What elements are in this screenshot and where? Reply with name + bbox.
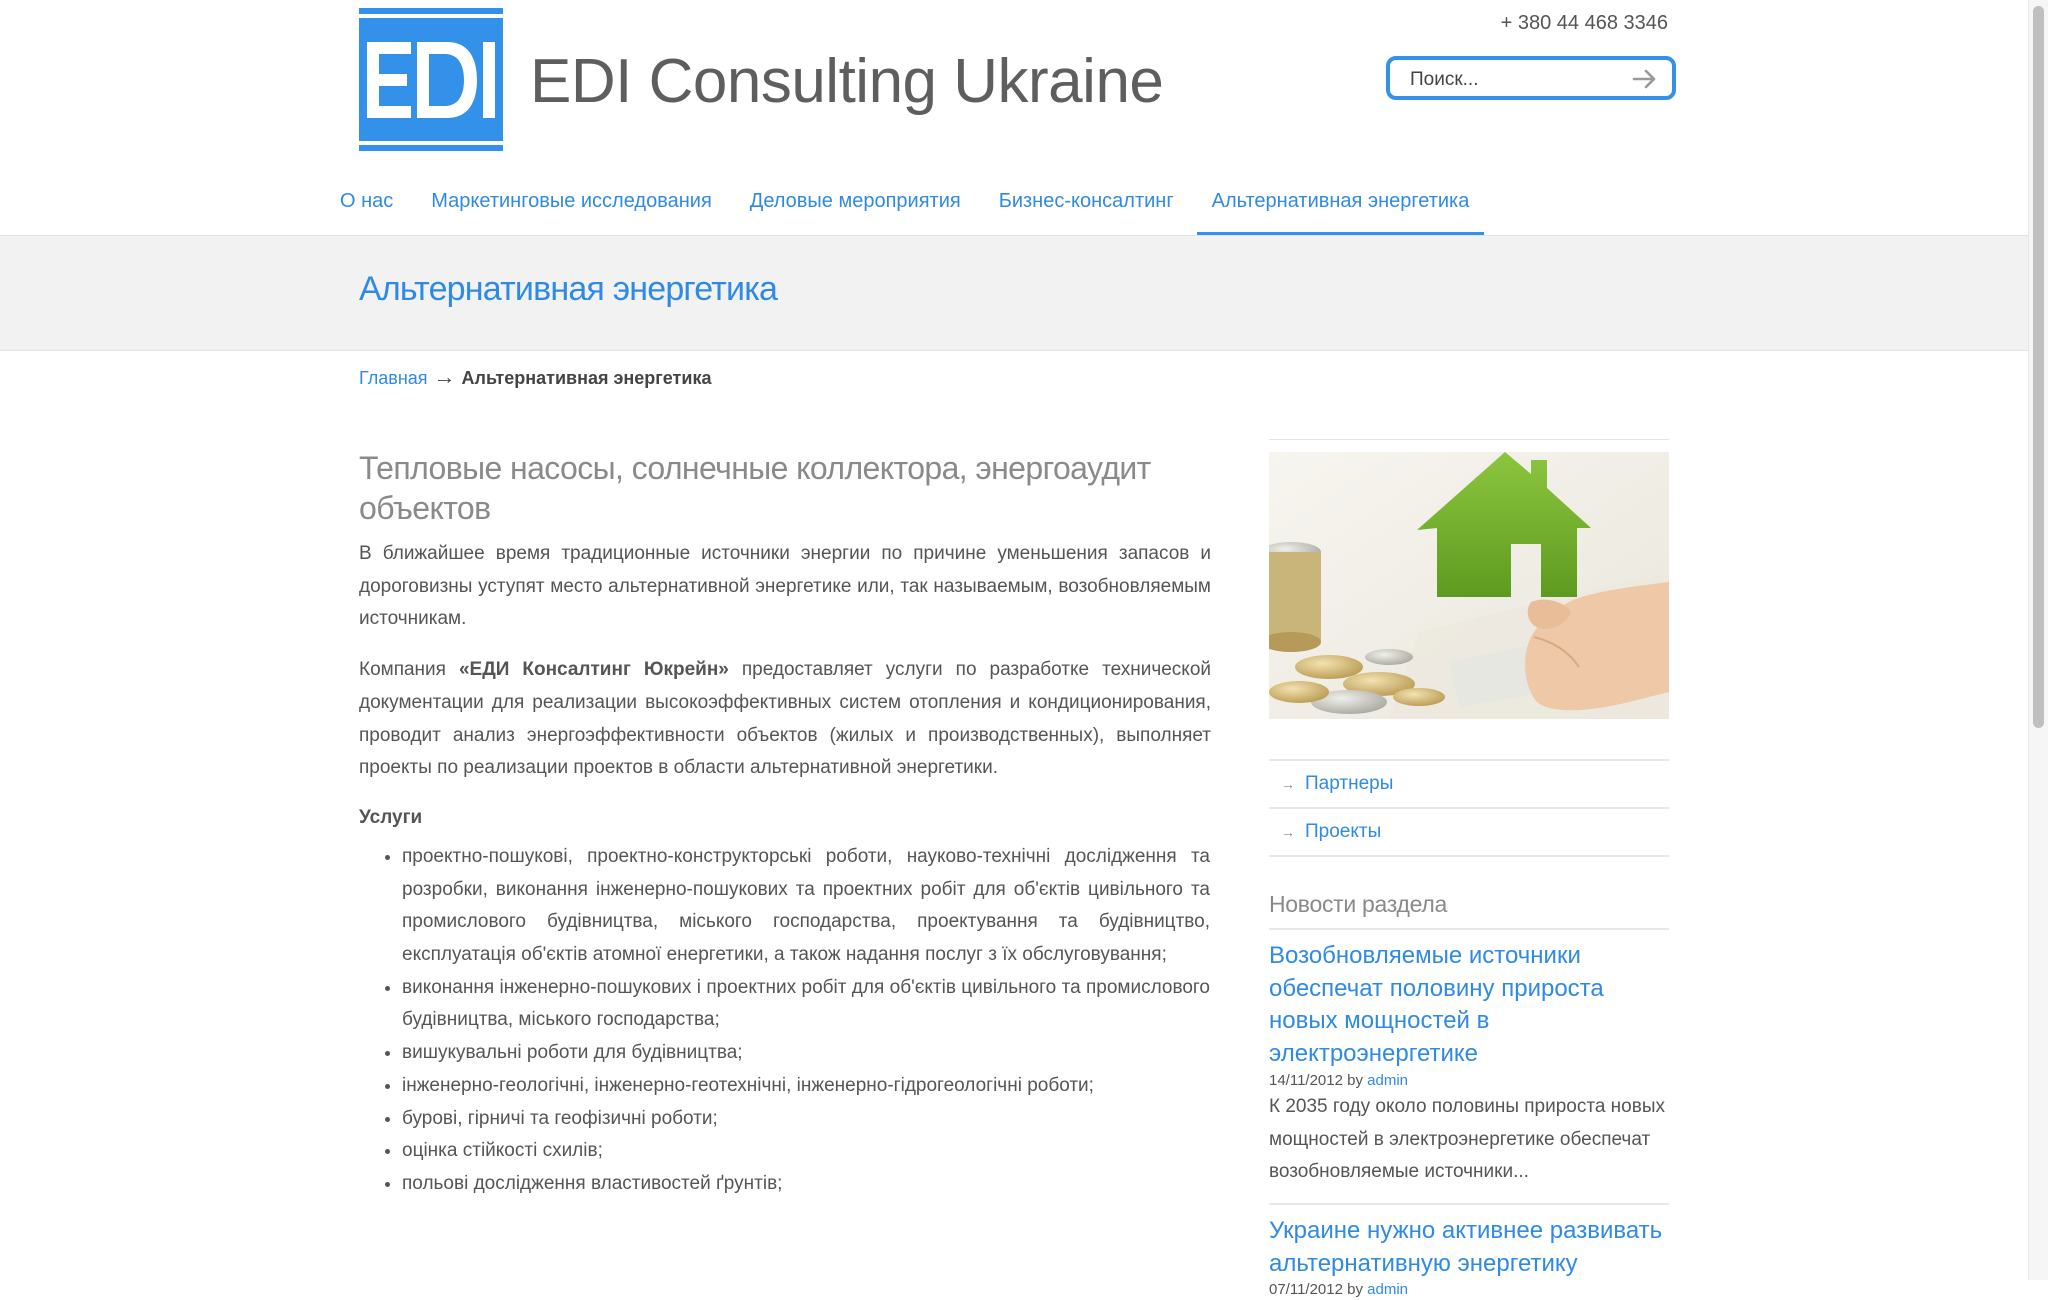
nav-item-business-consulting[interactable]: Бизнес-консалтинг <box>984 174 1189 236</box>
news-meta: 07/11/2012 by admin <box>1269 1280 1669 1300</box>
breadcrumb: Главная → Альтернативная энергетика <box>359 364 711 390</box>
list-item: проектно-пошукові, проектно-конструкторс… <box>402 841 1210 972</box>
sidebar-divider <box>1269 439 1669 440</box>
services-heading: Услуги <box>359 806 423 828</box>
company-text-before: Компания <box>359 659 459 681</box>
company-name: «ЕДИ Консалтинг Юкрейн» <box>458 659 729 681</box>
vertical-scrollbar[interactable] <box>2028 0 2048 1280</box>
site-title[interactable]: EDI Consulting Ukraine <box>530 46 1164 117</box>
arrow-right-icon: → <box>1281 776 1295 792</box>
list-item: виконання інженерно-пошукових і проектни… <box>402 972 1210 1037</box>
sidebar-link-projects[interactable]: → Проекты <box>1269 809 1669 857</box>
article: Тепловые насосы, солнечные коллектора, э… <box>359 448 1211 1201</box>
page-title-band <box>0 236 2028 351</box>
section-news-heading: Новости раздела <box>1269 891 1669 930</box>
nav-item-alternative-energy[interactable]: Альтернативная энергетика <box>1196 174 1485 236</box>
article-paragraph-intro: В ближайшее время традиционные источники… <box>359 543 1211 630</box>
list-item: польові дослідження властивостей ґрунтів… <box>402 1168 1210 1201</box>
house-in-hand-illustration <box>1269 452 1669 719</box>
breadcrumb-separator: → <box>433 364 456 389</box>
edi-logo-icon <box>359 8 503 151</box>
article-heading: Тепловые насосы, солнечные коллектора, э… <box>359 450 1151 526</box>
sidebar-links: → Партнеры → Проекты <box>1269 759 1669 857</box>
article-paragraph-company: Компания «ЕДИ Консалтинг Юкрейн» предост… <box>359 654 1211 785</box>
sidebar-link-label: Проекты <box>1305 821 1382 842</box>
phone-number: + 380 44 468 3346 <box>1500 12 1668 34</box>
nav-item-business-events[interactable]: Деловые мероприятия <box>735 174 976 236</box>
breadcrumb-current: Альтернативная энергетика <box>461 368 712 388</box>
search-input[interactable] <box>1408 66 1632 94</box>
services-list: проектно-пошукові, проектно-конструкторс… <box>359 841 1210 1201</box>
sidebar-link-partners[interactable]: → Партнеры <box>1269 761 1669 809</box>
arrow-right-icon: → <box>1281 824 1295 840</box>
list-item: бурові, гірничі та геофізичні роботи; <box>402 1103 1210 1136</box>
sidebar: → Партнеры → Проекты Новости раздела Воз… <box>1269 439 1669 1300</box>
site-logo[interactable] <box>359 8 503 151</box>
arrow-right-icon[interactable] <box>1632 66 1658 92</box>
news-date: 07/11/2012 <box>1269 1281 1343 1299</box>
nav-item-about[interactable]: О нас <box>325 174 408 236</box>
news-author-link[interactable]: admin <box>1367 1072 1408 1089</box>
sidebar-link-label: Партнеры <box>1305 773 1394 794</box>
news-title-link[interactable]: Украине нужно активнее развивать альтерн… <box>1269 1215 1669 1280</box>
nav-item-marketing-research[interactable]: Маркетинговые исследования <box>416 174 727 236</box>
green-house-image <box>1269 452 1669 719</box>
news-by: by <box>1347 1071 1363 1089</box>
news-author-link[interactable]: admin <box>1367 1281 1408 1298</box>
list-item: інженерно-геологічні, інженерно-геотехні… <box>402 1070 1210 1103</box>
news-excerpt: К 2035 году около половины прироста новы… <box>1269 1091 1669 1205</box>
main-nav: О нас Маркетинговые исследования Деловые… <box>325 174 1492 236</box>
scrollbar-thumb[interactable] <box>2033 6 2044 728</box>
page-title: Альтернативная энергетика <box>359 270 778 308</box>
breadcrumb-home-link[interactable]: Главная <box>359 368 428 388</box>
news-by: by <box>1347 1281 1363 1299</box>
news-item: Возобновляемые источники обеспечат полов… <box>1269 930 1669 1205</box>
news-meta: 14/11/2012 by admin <box>1269 1071 1669 1091</box>
news-title-link[interactable]: Возобновляемые источники обеспечат полов… <box>1269 940 1669 1071</box>
list-item: вишукувальні роботи для будівництва; <box>402 1037 1210 1070</box>
news-date: 14/11/2012 <box>1269 1071 1343 1089</box>
list-item: оцінка стійкості схилів; <box>402 1135 1210 1168</box>
search-box[interactable] <box>1386 56 1676 100</box>
news-item: Украине нужно активнее развивать альтерн… <box>1269 1205 1669 1300</box>
